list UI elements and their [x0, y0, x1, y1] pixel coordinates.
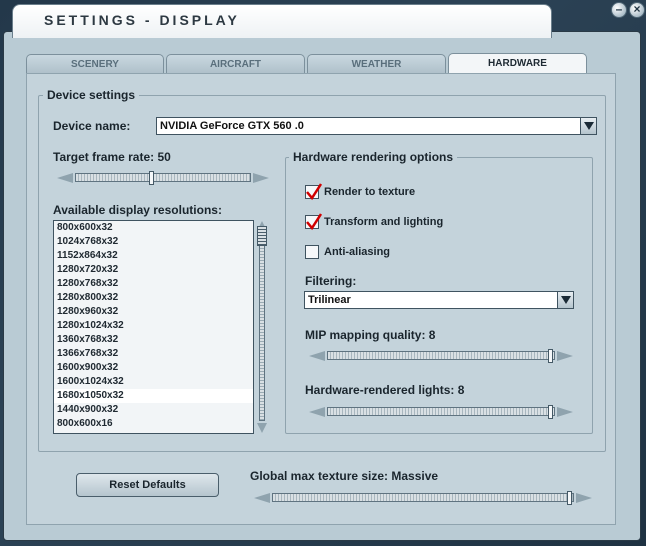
list-item[interactable]: 1280x720x32	[54, 263, 253, 277]
hardware-options-label: Hardware rendering options	[289, 150, 458, 164]
mip-quality-label: MIP mapping quality: 8	[305, 328, 436, 342]
device-settings-label: Device settings	[43, 88, 140, 102]
mip-quality-slider[interactable]	[307, 349, 575, 363]
slider-left-arrow-icon[interactable]	[57, 173, 73, 183]
slider-thumb[interactable]	[548, 405, 553, 419]
minimize-icon[interactable]: –	[611, 2, 627, 18]
slider-right-arrow-icon[interactable]	[557, 407, 573, 417]
anti-aliasing-label[interactable]: Anti-aliasing	[324, 246, 390, 258]
device-name-select[interactable]: NVIDIA GeForce GTX 560 .0	[156, 117, 597, 135]
reset-defaults-button[interactable]: Reset Defaults	[76, 473, 219, 497]
transform-lighting-checkbox[interactable]	[305, 213, 323, 231]
slider-left-arrow-icon[interactable]	[309, 407, 325, 417]
tab-aircraft[interactable]: AIRCRAFT	[166, 54, 305, 74]
filtering-select[interactable]: Trilinear	[304, 291, 574, 309]
slider-track	[75, 173, 251, 182]
scrollbar-thumb[interactable]	[257, 226, 267, 246]
filtering-value: Trilinear	[308, 294, 351, 306]
slider-track	[272, 493, 574, 502]
global-texture-slider[interactable]	[252, 491, 594, 505]
global-texture-label: Global max texture size: Massive	[250, 469, 439, 483]
slider-thumb[interactable]	[149, 171, 154, 185]
device-name-value: NVIDIA GeForce GTX 560 .0	[160, 120, 304, 132]
slider-right-arrow-icon[interactable]	[576, 493, 592, 503]
slider-track	[327, 407, 555, 416]
render-to-texture-label[interactable]: Render to texture	[324, 186, 415, 198]
slider-track	[327, 351, 555, 360]
checkmark-icon	[306, 183, 323, 201]
scrollbar-track	[259, 233, 265, 421]
device-name-label: Device name:	[53, 119, 131, 133]
list-item[interactable]: 1600x1024x32	[54, 375, 253, 389]
chevron-down-icon[interactable]	[557, 292, 573, 308]
list-item[interactable]: 800x600x32	[54, 221, 253, 235]
chevron-down-icon[interactable]	[580, 118, 596, 134]
slider-thumb[interactable]	[548, 349, 553, 363]
slider-left-arrow-icon[interactable]	[254, 493, 270, 503]
tab-scenery[interactable]: SCENERY	[26, 54, 164, 74]
list-item[interactable]: 1280x960x32	[54, 305, 253, 319]
list-item[interactable]: 1600x900x32	[54, 361, 253, 375]
scroll-down-icon[interactable]	[257, 423, 267, 433]
slider-left-arrow-icon[interactable]	[309, 351, 325, 361]
list-item[interactable]: 1280x1024x32	[54, 319, 253, 333]
hardware-lights-label: Hardware-rendered lights: 8	[305, 383, 465, 397]
tab-weather[interactable]: WEATHER	[307, 54, 446, 74]
resolutions-label: Available display resolutions:	[53, 203, 222, 217]
frame-rate-label: Target frame rate: 50	[53, 150, 171, 164]
slider-right-arrow-icon[interactable]	[253, 173, 269, 183]
slider-thumb[interactable]	[567, 491, 572, 505]
list-item[interactable]: 1280x800x32	[54, 291, 253, 305]
frame-rate-slider[interactable]	[55, 171, 271, 185]
render-to-texture-checkbox[interactable]	[305, 183, 323, 201]
tab-hardware[interactable]: HARDWARE	[448, 53, 587, 75]
list-item[interactable]: 1280x768x32	[54, 277, 253, 291]
list-item[interactable]: 1024x768x32	[54, 235, 253, 249]
slider-right-arrow-icon[interactable]	[557, 351, 573, 361]
hardware-lights-slider[interactable]	[307, 405, 575, 419]
list-item[interactable]: 800x600x16	[54, 417, 253, 431]
hardware-panel: Device settings Device name: NVIDIA GeFo…	[26, 73, 616, 525]
filtering-label: Filtering:	[305, 274, 357, 288]
list-item[interactable]: 1152x864x32	[54, 249, 253, 263]
close-icon[interactable]: ×	[629, 2, 645, 18]
transform-lighting-label[interactable]: Transform and lighting	[324, 216, 443, 228]
list-item[interactable]: 1366x768x32	[54, 347, 253, 361]
checkmark-icon	[306, 213, 323, 231]
list-item[interactable]: 1360x768x32	[54, 333, 253, 347]
resolutions-scrollbar[interactable]	[256, 220, 268, 434]
window-title: SETTINGS - DISPLAY	[44, 12, 240, 28]
anti-aliasing-checkbox[interactable]	[305, 245, 319, 259]
list-item[interactable]: 1680x1050x32	[54, 389, 253, 403]
resolutions-list[interactable]: 800x600x32 1024x768x32 1152x864x32 1280x720…	[53, 220, 254, 434]
list-item[interactable]: 1440x900x32	[54, 403, 253, 417]
